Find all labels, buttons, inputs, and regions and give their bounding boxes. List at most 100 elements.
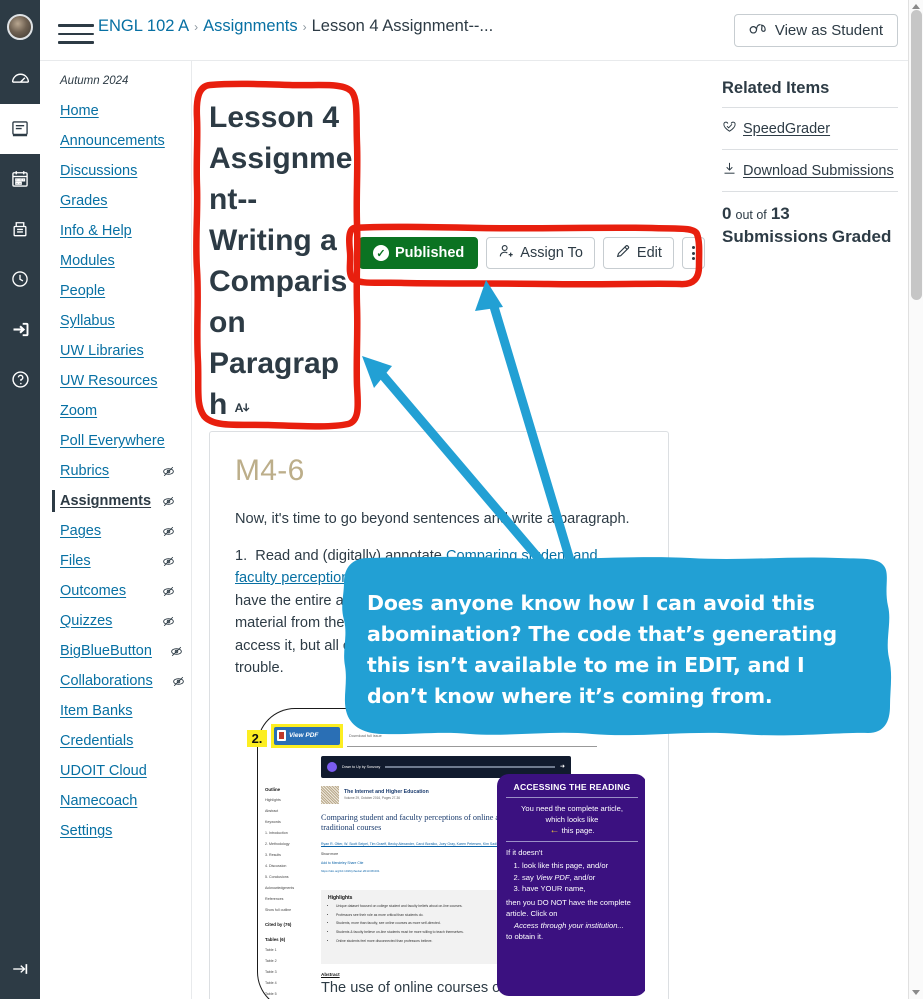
sidebar-item-credentials[interactable]: Credentials <box>40 726 191 756</box>
outline-item: 2. Methodology <box>265 841 290 846</box>
abstract-heading: Abstract <box>321 971 340 977</box>
sidebar-item-label[interactable]: UW Resources <box>60 373 158 389</box>
account-avatar[interactable] <box>0 0 40 54</box>
edit-button[interactable]: Edit <box>602 237 674 269</box>
sidebar-item-label[interactable]: BigBlueButton <box>60 643 152 659</box>
sidebar-item-label[interactable]: Modules <box>60 253 115 269</box>
sidebar-item-namecoach[interactable]: Namecoach <box>40 786 191 816</box>
sidebar-item-item-banks[interactable]: Item Banks <box>40 696 191 726</box>
journal-name: The Internet and Higher Education <box>344 789 429 795</box>
dashboard-icon[interactable] <box>0 54 40 104</box>
sidebar-item-udoit-cloud[interactable]: UDOIT Cloud <box>40 756 191 786</box>
sidebar-item-label[interactable]: UDOIT Cloud <box>60 763 147 779</box>
help-icon[interactable] <box>0 354 40 404</box>
sidebar-item-label[interactable]: Home <box>60 103 99 119</box>
sidebar-item-label[interactable]: Info & Help <box>60 223 132 239</box>
kebab-menu-icon <box>691 246 695 260</box>
published-button[interactable]: ✓ Published <box>359 237 479 269</box>
content-heading: M4-6 <box>235 454 305 487</box>
sidebar-item-label[interactable]: Collaborations <box>60 673 153 689</box>
outline-heading: Outline <box>265 786 281 792</box>
sidebar-item-outcomes[interactable]: Outcomes <box>40 576 191 606</box>
sidebar-item-label[interactable]: Outcomes <box>60 583 126 599</box>
article-link[interactable]: Comparing student and faculty perception… <box>235 548 598 587</box>
inbox-icon[interactable] <box>0 204 40 254</box>
sidebar-item-settings[interactable]: Settings <box>40 816 191 846</box>
scrollbar-thumb[interactable] <box>911 10 922 300</box>
sidebar-item-label[interactable]: Credentials <box>60 733 133 749</box>
sidebar-item-label[interactable]: Quizzes <box>60 613 112 629</box>
list-item: Online students feel more disconnected t… <box>336 939 514 944</box>
more-options-button[interactable] <box>681 237 705 269</box>
sidebar-item-label[interactable]: Zoom <box>60 403 97 419</box>
view-pdf-label: View PDF <box>289 732 319 739</box>
sidebar-item-label[interactable]: Grades <box>60 193 108 209</box>
outline-item: 5. Conclusions <box>265 874 289 879</box>
sidebar-item-label[interactable]: Item Banks <box>60 703 133 719</box>
sidebar-item-modules[interactable]: Modules <box>40 246 191 276</box>
pdf-file-icon <box>277 730 286 741</box>
sidebar-item-people[interactable]: People <box>40 276 191 306</box>
sidebar-item-collaborations[interactable]: Collaborations <box>40 666 191 696</box>
immersive-reader-icon[interactable] <box>233 386 250 427</box>
sidebar-item-files[interactable]: Files <box>40 546 191 576</box>
sidebar-item-label[interactable]: Settings <box>60 823 112 839</box>
commons-icon[interactable] <box>0 304 40 354</box>
player-next-icon: ➜ <box>559 764 565 770</box>
download-submissions-link[interactable]: Download Submissions <box>722 161 898 180</box>
speedgrader-link[interactable]: SpeedGrader <box>722 119 898 138</box>
view-as-student-button[interactable]: View as Student <box>733 14 898 47</box>
sidebar-item-home[interactable]: Home <box>40 96 191 126</box>
browser-scrollbar[interactable] <box>908 0 923 999</box>
player-label: Down to Up by Sonzoxy <box>342 764 381 769</box>
sidebar-item-label[interactable]: Files <box>60 553 91 569</box>
sidebar-item-uw-resources[interactable]: UW Resources <box>40 366 191 396</box>
download-full-issue-label: Download full issue <box>349 733 382 738</box>
course-menu-toggle[interactable] <box>58 18 94 44</box>
sidebar-item-announcements[interactable]: Announcements <box>40 126 191 156</box>
sidebar-item-uw-libraries[interactable]: UW Libraries <box>40 336 191 366</box>
breadcrumb-assignments[interactable]: Assignments <box>203 17 297 35</box>
breadcrumb: ENGL 102 A › Assignments › Lesson 4 Assignme… <box>98 17 493 36</box>
sidebar-item-bigbluebutton[interactable]: BigBlueButton <box>40 636 191 666</box>
related-items-heading: Related Items <box>722 79 830 97</box>
sidebar-item-pages[interactable]: Pages <box>40 516 191 546</box>
scroll-up-arrow[interactable] <box>912 4 920 9</box>
sidebar-item-label[interactable]: Discussions <box>60 163 137 179</box>
sidebar-item-label[interactable]: Pages <box>60 523 101 539</box>
sidebar-item-rubrics[interactable]: Rubrics <box>40 456 191 486</box>
sidebar-item-label[interactable]: Announcements <box>60 133 165 149</box>
sidebar-item-label[interactable]: Poll Everywhere <box>60 433 165 449</box>
sidebar-item-label[interactable]: Syllabus <box>60 313 115 329</box>
courses-icon[interactable] <box>0 104 40 154</box>
sidebar-item-label[interactable]: UW Libraries <box>60 343 144 359</box>
sidebar-item-label[interactable]: People <box>60 283 105 299</box>
sidebar-item-label[interactable]: Rubrics <box>60 463 109 479</box>
sidebar-item-discussions[interactable]: Discussions <box>40 156 191 186</box>
sidebar-item-label[interactable]: Assignments <box>60 493 151 509</box>
abstract-section: Abstract The use of online courses on co… <box>321 972 521 999</box>
calendar-icon[interactable] <box>0 154 40 204</box>
hidden-from-students-icon <box>162 495 175 508</box>
sidebar-item-label[interactable]: Namecoach <box>60 793 137 809</box>
course-navigation: Autumn 2024 Home Announcements Discussio… <box>40 61 192 999</box>
hidden-from-students-icon <box>170 645 183 658</box>
sidebar-item-assignments[interactable]: Assignments <box>40 486 191 516</box>
assign-to-button[interactable]: Assign To <box>486 237 595 269</box>
page-title: Lesson 4 Assignment--Writing a Compariso… <box>209 97 357 427</box>
sidebar-item-syllabus[interactable]: Syllabus <box>40 306 191 336</box>
breadcrumb-separator: › <box>302 20 307 34</box>
article-actions: Add to Mendeley Share Cite <box>321 860 364 865</box>
collapse-global-nav-button[interactable] <box>0 947 40 991</box>
breadcrumb-course[interactable]: ENGL 102 A <box>98 17 189 35</box>
sidebar-item-zoom[interactable]: Zoom <box>40 396 191 426</box>
out-of-label: out of <box>735 208 767 222</box>
sidebar-item-quizzes[interactable]: Quizzes <box>40 606 191 636</box>
sidebar-item-grades[interactable]: Grades <box>40 186 191 216</box>
purple-box-steps: look like this page, and/or say View PDF… <box>522 860 638 895</box>
sidebar-item-poll-everywhere[interactable]: Poll Everywhere <box>40 426 191 456</box>
outline-item: Keywords <box>265 819 281 824</box>
sidebar-item-info-help[interactable]: Info & Help <box>40 216 191 246</box>
history-icon[interactable] <box>0 254 40 304</box>
scroll-down-arrow[interactable] <box>912 990 920 995</box>
